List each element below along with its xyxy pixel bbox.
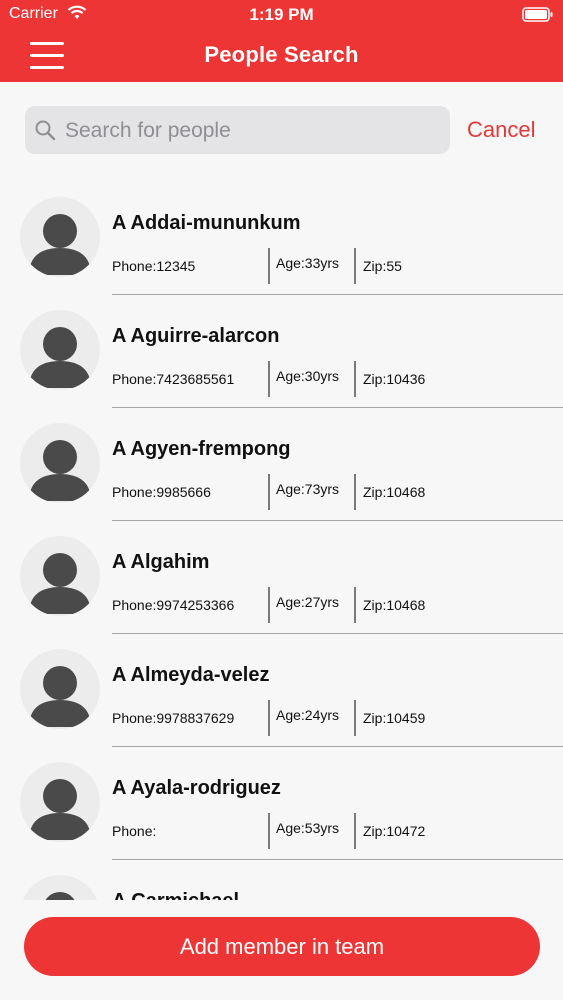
person-phone: Phone:7423685561 bbox=[112, 371, 235, 387]
row-separator bbox=[112, 407, 563, 408]
list-item[interactable]: A Aguirre-alarcon Phone:7423685561 Age:3… bbox=[0, 301, 563, 414]
divider bbox=[354, 474, 356, 510]
avatar bbox=[20, 310, 100, 390]
battery-icon bbox=[522, 7, 553, 22]
user-avatar-icon bbox=[29, 666, 91, 727]
row-separator bbox=[112, 633, 563, 634]
person-age: Age:30yrs bbox=[276, 368, 340, 384]
person-zip: Zip:10468 bbox=[363, 484, 426, 500]
person-phone: Phone:9978837629 bbox=[112, 710, 235, 726]
search-icon bbox=[35, 120, 56, 141]
divider bbox=[354, 813, 356, 849]
avatar bbox=[20, 649, 100, 729]
divider bbox=[268, 587, 270, 623]
avatar bbox=[20, 423, 100, 503]
row-separator bbox=[112, 859, 563, 860]
search-bar[interactable] bbox=[25, 106, 450, 156]
user-avatar-icon bbox=[29, 779, 91, 840]
person-name: A Addai-mununkum bbox=[112, 212, 301, 234]
list-item[interactable]: A Almeyda-velez Phone:9978837629 Age:24y… bbox=[0, 640, 563, 753]
person-zip: Zip:10436 bbox=[363, 371, 426, 387]
person-zip: Zip:10459 bbox=[363, 710, 426, 726]
user-avatar-icon bbox=[29, 440, 91, 501]
person-age: Age:53yrs bbox=[276, 820, 340, 836]
person-name: A Carmichael bbox=[112, 890, 239, 900]
divider bbox=[268, 700, 270, 736]
divider bbox=[268, 361, 270, 397]
person-zip: Zip:55 bbox=[363, 258, 402, 274]
avatar bbox=[20, 197, 100, 277]
person-name: A Aguirre-alarcon bbox=[112, 325, 280, 347]
people-list[interactable]: A Addai-mununkum Phone:12345 Age:33yrs Z… bbox=[0, 188, 563, 900]
user-avatar-icon bbox=[43, 892, 77, 900]
list-item[interactable]: A Agyen-frempong Phone:9985666 Age:73yrs… bbox=[0, 414, 563, 527]
person-age: Age:33yrs bbox=[276, 255, 340, 271]
person-phone: Phone:12345 bbox=[112, 258, 196, 274]
person-name: A Algahim bbox=[112, 551, 210, 573]
person-zip: Zip:10472 bbox=[363, 823, 426, 839]
list-item[interactable]: A Carmichael bbox=[0, 866, 563, 900]
avatar bbox=[20, 536, 100, 616]
person-phone: Phone: bbox=[112, 823, 157, 839]
avatar bbox=[20, 875, 100, 900]
row-separator bbox=[112, 520, 563, 521]
divider bbox=[354, 248, 356, 284]
person-phone: Phone:9974253366 bbox=[112, 597, 235, 613]
cancel-button[interactable]: Cancel bbox=[467, 117, 535, 143]
user-avatar-icon bbox=[29, 327, 91, 388]
app-header: Carrier 1:19 PM People Search bbox=[0, 0, 563, 82]
user-avatar-icon bbox=[29, 553, 91, 614]
divider bbox=[268, 813, 270, 849]
divider bbox=[354, 700, 356, 736]
person-name: A Almeyda-velez bbox=[112, 664, 270, 686]
person-name: A Ayala-rodriguez bbox=[112, 777, 281, 799]
list-item[interactable]: A Ayala-rodriguez Phone: Age:53yrs Zip:1… bbox=[0, 753, 563, 866]
user-avatar-icon bbox=[29, 214, 91, 275]
add-member-button[interactable]: Add member in team bbox=[24, 917, 540, 976]
list-item[interactable]: A Addai-mununkum Phone:12345 Age:33yrs Z… bbox=[0, 188, 563, 301]
avatar bbox=[20, 762, 100, 842]
status-time: 1:19 PM bbox=[249, 5, 314, 24]
row-separator bbox=[112, 294, 563, 295]
person-age: Age:24yrs bbox=[276, 707, 340, 723]
person-age: Age:27yrs bbox=[276, 594, 340, 610]
person-zip: Zip:10468 bbox=[363, 597, 426, 613]
person-age: Age:73yrs bbox=[276, 481, 340, 497]
search-input[interactable] bbox=[63, 106, 437, 156]
person-name: A Agyen-frempong bbox=[112, 438, 291, 460]
row-separator bbox=[112, 746, 563, 747]
divider bbox=[354, 587, 356, 623]
divider bbox=[268, 248, 270, 284]
divider bbox=[354, 361, 356, 397]
page-title: People Search bbox=[204, 42, 359, 67]
status-bar: Carrier 1:19 PM bbox=[0, 0, 563, 30]
person-phone: Phone:9985666 bbox=[112, 484, 211, 500]
divider bbox=[268, 474, 270, 510]
list-item[interactable]: A Algahim Phone:9974253366 Age:27yrs Zip… bbox=[0, 527, 563, 640]
